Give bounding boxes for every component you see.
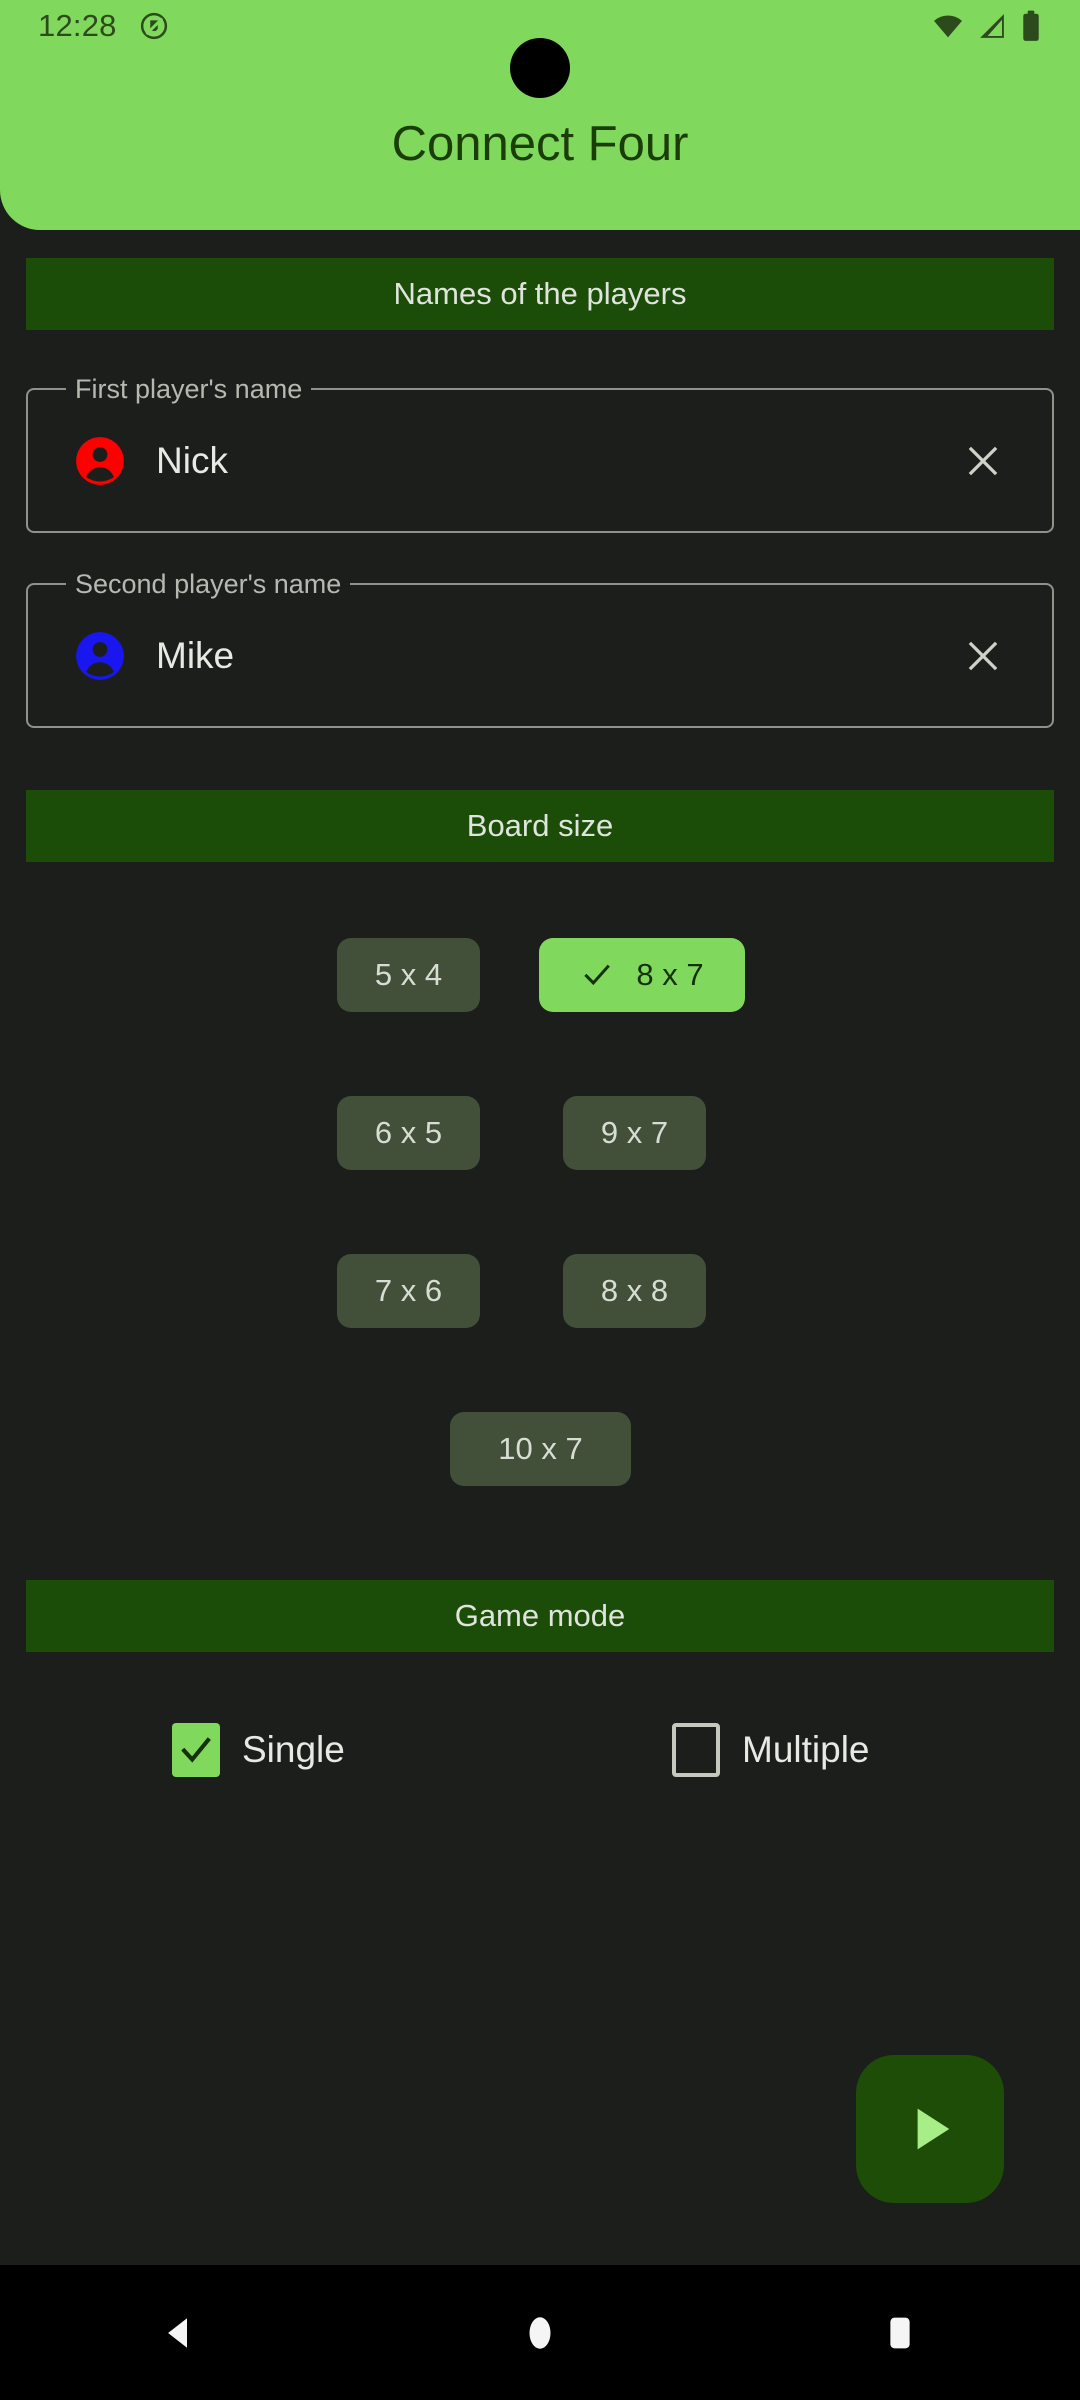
board-size-chip[interactable]: 7 x 6 [337, 1254, 480, 1328]
section-header-board-size: Board size [26, 790, 1054, 862]
back-button[interactable] [0, 2265, 360, 2400]
check-icon [181, 1737, 211, 1763]
first-player-clear-button[interactable] [960, 438, 1006, 484]
first-player-field[interactable]: First player's name Nick [26, 374, 1054, 533]
close-icon [968, 641, 998, 670]
board-size-chip-label: 10 x 7 [498, 1431, 583, 1466]
page-title: Connect Four [391, 117, 689, 171]
home-button[interactable] [360, 2265, 720, 2400]
board-size-chip[interactable]: 10 x 7 [450, 1412, 631, 1486]
android-nav-bar [0, 2265, 1080, 2400]
board-size-chip[interactable]: 6 x 5 [337, 1096, 480, 1170]
second-player-field[interactable]: Second player's name Mike [26, 569, 1054, 728]
dnd-icon [140, 12, 167, 40]
start-game-fab[interactable] [856, 2055, 1004, 2203]
board-size-chip[interactable]: 9 x 7 [563, 1096, 706, 1170]
person-icon-blue [76, 631, 124, 680]
section-header-game-mode: Game mode [26, 1580, 1054, 1652]
cell-signal-icon [980, 14, 1004, 38]
circle-icon [529, 2316, 551, 2349]
status-time: 12:28 [38, 8, 117, 43]
play-icon [917, 2108, 950, 2150]
board-size-chip[interactable]: 8 x 8 [563, 1254, 706, 1328]
square-icon [890, 2317, 910, 2348]
second-player-clear-button[interactable] [960, 633, 1006, 679]
status-right-icons [932, 0, 1042, 52]
app-header: 12:28 Connect Four [0, 0, 1080, 230]
game-mode-single-label: Single [242, 1729, 345, 1770]
board-size-chip-label: 7 x 6 [374, 1273, 443, 1308]
board-size-chip-label: 6 x 5 [374, 1115, 443, 1150]
game-mode-single[interactable]: Single [172, 1720, 345, 1780]
status-left-icons [139, 11, 169, 41]
app-screen: 12:28 Connect Four Names of the players … [0, 0, 1080, 2400]
recents-button[interactable] [720, 2265, 1080, 2400]
board-size-chip[interactable]: 5 x 4 [337, 938, 480, 1012]
checkbox-single[interactable] [172, 1723, 220, 1777]
camera-punch-hole-icon [510, 38, 570, 98]
wifi-icon [934, 15, 962, 38]
board-size-chip-label: 9 x 7 [600, 1115, 669, 1150]
check-icon [580, 958, 614, 992]
triangle-left-icon [168, 2317, 187, 2348]
board-size-chip-label: 8 x 8 [600, 1273, 669, 1308]
checkbox-multiple[interactable] [672, 1723, 720, 1777]
section-header-names: Names of the players [26, 258, 1054, 330]
person-icon-red [76, 436, 124, 485]
close-icon [968, 446, 998, 475]
battery-icon [1023, 10, 1039, 41]
board-size-chip-label: 5 x 4 [374, 957, 443, 992]
board-size-chip[interactable]: 8 x 7 [539, 938, 745, 1012]
game-mode-multiple[interactable]: Multiple [672, 1720, 870, 1780]
second-player-input[interactable]: Mike [156, 635, 960, 677]
first-player-input[interactable]: Nick [156, 440, 960, 482]
board-size-chip-label: 8 x 7 [636, 957, 704, 992]
game-mode-multiple-label: Multiple [742, 1729, 870, 1770]
